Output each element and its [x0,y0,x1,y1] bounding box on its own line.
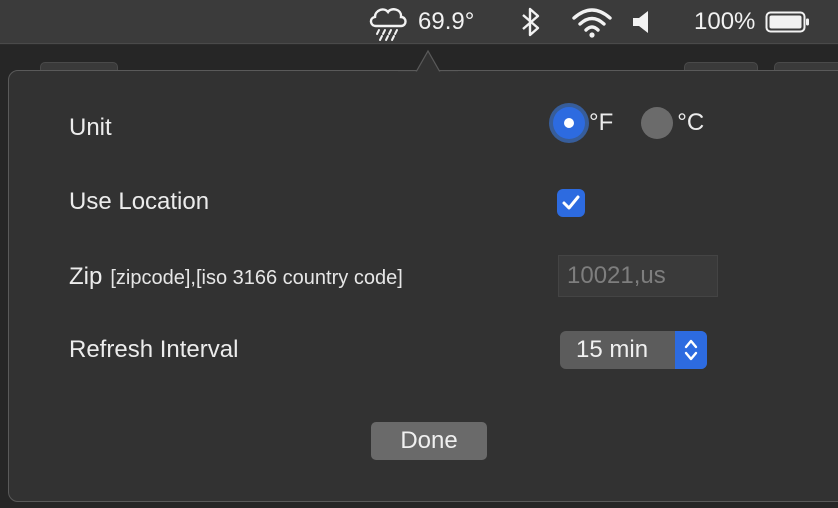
zip-label-row: Zip [zipcode],[iso 3166 country code] [69,263,403,291]
fahrenheit-radio[interactable] [553,107,585,139]
popover-arrow [398,49,458,73]
speaker-icon [633,11,648,33]
battery-menu-item[interactable]: 100% [694,0,811,44]
bluetooth-icon [522,7,540,37]
battery-icon [765,11,810,33]
unit-label: Unit [69,114,112,141]
fahrenheit-label[interactable]: °F [589,109,613,137]
zip-input[interactable] [558,255,718,297]
zip-format-hint: [zipcode],[iso 3166 country code] [110,267,403,289]
use-location-checkbox[interactable] [557,189,585,217]
refresh-interval-value: 15 min [576,336,649,363]
done-button[interactable]: Done [371,422,487,460]
select-stepper[interactable] [675,331,707,369]
chevron-up-down-icon [684,339,698,361]
use-location-label: Use Location [69,188,210,215]
celsius-radio[interactable] [641,107,674,139]
bluetooth-menu-item[interactable] [518,0,544,44]
battery-percent: 100% [694,8,756,35]
celsius-label[interactable]: °C [677,109,704,137]
wifi-menu-item[interactable] [570,0,614,44]
temperature-reading: 69.9° [418,8,475,35]
refresh-interval-select[interactable]: 15 min [560,331,707,369]
unit-radio-group: °F °C [553,107,704,139]
volume-menu-item[interactable] [630,0,652,44]
zip-label: Zip [69,263,103,290]
wifi-icon [572,8,612,38]
checkmark-icon [562,195,580,210]
menu-bar: 69.9° 100% [0,0,838,44]
weather-menu-item[interactable]: 69.9° [366,0,474,44]
refresh-interval-label: Refresh Interval [69,336,239,363]
cloud-rain-icon [369,8,407,41]
